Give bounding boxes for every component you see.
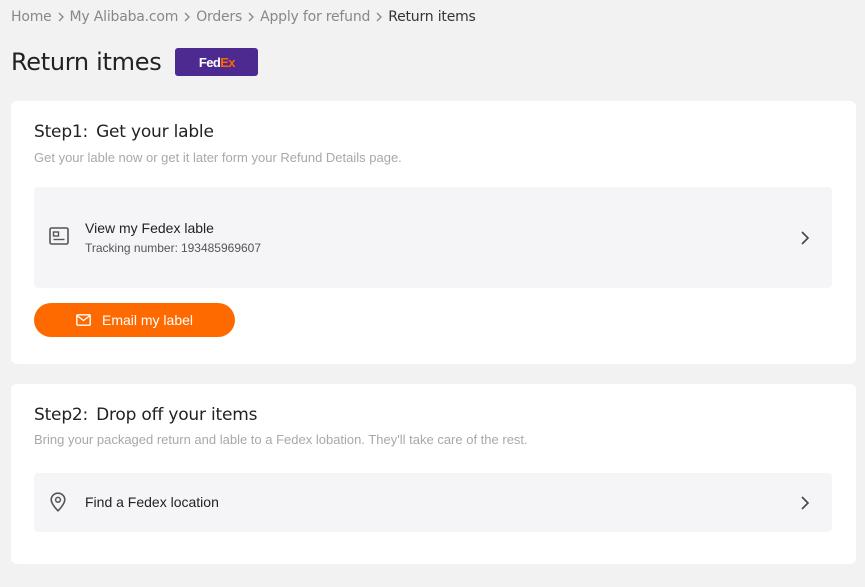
chevron-right-icon — [800, 230, 810, 251]
tracking-label: Tracking number: — [85, 241, 178, 255]
step2-number: Step2: — [34, 405, 89, 425]
label-icon — [49, 227, 69, 250]
step1-description: Get your lable now or get it later form … — [34, 150, 402, 165]
chevron-right-icon — [178, 12, 196, 22]
step2-heading: Step2: Drop off your items — [34, 405, 257, 425]
breadcrumb-apply-for-refund[interactable]: Apply for refund — [260, 9, 370, 25]
location-pin-icon — [49, 492, 67, 517]
breadcrumb-my-alibaba[interactable]: My Alibaba.com — [70, 9, 179, 25]
find-location-title: Find a Fedex location — [85, 494, 219, 510]
chevron-right-icon — [800, 495, 810, 516]
step2-title: Drop off your items — [96, 405, 258, 425]
find-location-row[interactable]: Find a Fedex location — [34, 473, 832, 532]
view-label-title: View my Fedex lable — [85, 220, 214, 236]
step1-heading: Step1: Get your lable — [34, 122, 214, 142]
chevron-right-icon — [52, 12, 70, 22]
breadcrumb: Home My Alibaba.com Orders Apply for ref… — [11, 9, 476, 25]
email-label-button[interactable]: Email my label — [34, 303, 235, 337]
step2-card: Step2: Drop off your items Bring your pac… — [11, 384, 856, 564]
breadcrumb-home[interactable]: Home — [11, 9, 52, 25]
tracking-number: 193485969607 — [180, 241, 262, 255]
view-label-row[interactable]: View my Fedex lable Tracking number: 1934… — [34, 187, 832, 288]
mail-icon — [76, 314, 91, 326]
step1-card: Step1: Get your lable Get your lable now … — [11, 101, 856, 364]
breadcrumb-orders[interactable]: Orders — [196, 9, 242, 25]
tracking-info: Tracking number: 193485969607 — [85, 241, 261, 255]
step2-description: Bring your packaged return and lable to … — [34, 432, 528, 447]
step1-title: Get your lable — [96, 122, 214, 142]
breadcrumb-return-items: Return items — [388, 9, 476, 25]
chevron-right-icon — [242, 12, 260, 22]
fedex-logo: Fed Ex — [175, 48, 259, 76]
page-title: Return itmes — [11, 48, 162, 76]
page-header: Return itmes Fed Ex — [11, 48, 259, 76]
step1-number: Step1: — [34, 122, 89, 142]
email-label-text: Email my label — [101, 312, 194, 328]
chevron-right-icon — [370, 12, 388, 22]
